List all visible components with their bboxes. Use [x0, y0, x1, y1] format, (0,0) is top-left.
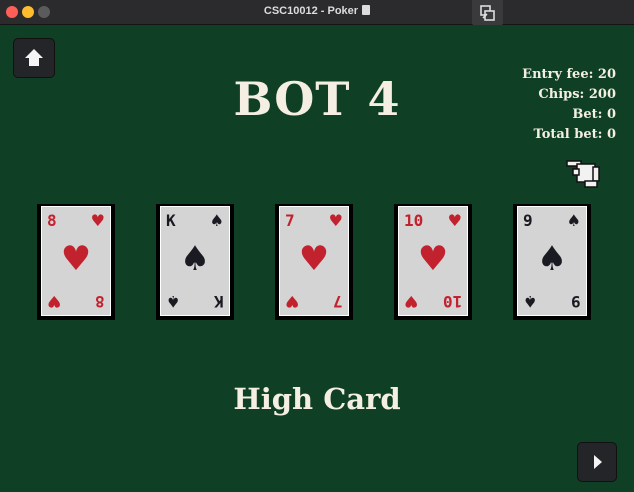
window-title: CSC10012 - Poker: [0, 5, 634, 17]
card-face: 10 ♥ ♥ ♥ 10: [398, 206, 468, 316]
total-bet-label: Total bet: 0: [533, 127, 616, 142]
heart-icon: ♥: [298, 239, 330, 279]
next-button[interactable]: [578, 443, 616, 481]
card-face: 8 ♥ ♥ ♥ 8: [41, 206, 111, 316]
card-1: 8 ♥ ♥ ♥ 8: [37, 204, 115, 320]
card-face: 9 ♠ ♠ ♠ 9: [517, 206, 587, 316]
play-next-icon: [594, 455, 602, 469]
heart-icon: ♥: [285, 292, 300, 311]
heart-icon: ♥: [47, 292, 62, 311]
card-rank-bottom: 10: [442, 292, 462, 311]
card-rank-bottom: 7: [333, 292, 343, 311]
card-rank-top: 9: [523, 211, 533, 230]
card-3: 7 ♥ ♥ ♥ 7: [275, 204, 353, 320]
card-face: 7 ♥ ♥ ♥ 7: [279, 206, 349, 316]
restore-window-icon: [480, 5, 495, 21]
card-rank-bottom: 9: [571, 292, 581, 311]
card-rank-bottom: 8: [95, 292, 105, 311]
poker-table: BOT 4 Entry fee: 20 Chips: 200 Bet: 0 To…: [0, 25, 634, 492]
heart-icon: ♥: [447, 211, 462, 230]
entry-fee-label: Entry fee: 20: [522, 67, 616, 82]
player-stats: Entry fee: 20 Chips: 200 Bet: 0 Total be…: [522, 65, 616, 145]
spade-icon: ♠: [179, 239, 211, 279]
spade-icon: ♠: [536, 239, 568, 279]
spade-icon: ♠: [166, 292, 181, 311]
heart-icon: ♥: [60, 239, 92, 279]
card-5: 9 ♠ ♠ ♠ 9: [513, 204, 591, 320]
heart-icon: ♥: [328, 211, 343, 230]
hand-result-label: High Card: [233, 382, 401, 416]
chips-label: Chips: 200: [538, 87, 616, 102]
card-rank-top: K: [166, 211, 176, 230]
window-titlebar: CSC10012 - Poker: [0, 0, 634, 28]
heart-icon: ♥: [90, 211, 105, 230]
spade-icon: ♠: [566, 211, 581, 230]
document-icon: [362, 5, 371, 15]
card-rank-top: 7: [285, 211, 295, 230]
pointing-hand-cursor-icon: [566, 160, 600, 188]
card-rank-top: 10: [404, 211, 424, 230]
heart-icon: ♥: [417, 239, 449, 279]
card-4: 10 ♥ ♥ ♥ 10: [394, 204, 472, 320]
heart-icon: ♥: [404, 292, 419, 311]
spade-icon: ♠: [523, 292, 538, 311]
bet-label: Bet: 0: [572, 107, 616, 122]
card-2: K ♠ ♠ ♠ K: [156, 204, 234, 320]
spade-icon: ♠: [209, 211, 224, 230]
card-rank-bottom: K: [214, 292, 224, 311]
card-rank-top: 8: [47, 211, 57, 230]
restore-window-button[interactable]: [472, 0, 503, 28]
window-title-text: CSC10012 - Poker: [263, 5, 359, 17]
card-face: K ♠ ♠ ♠ K: [160, 206, 230, 316]
